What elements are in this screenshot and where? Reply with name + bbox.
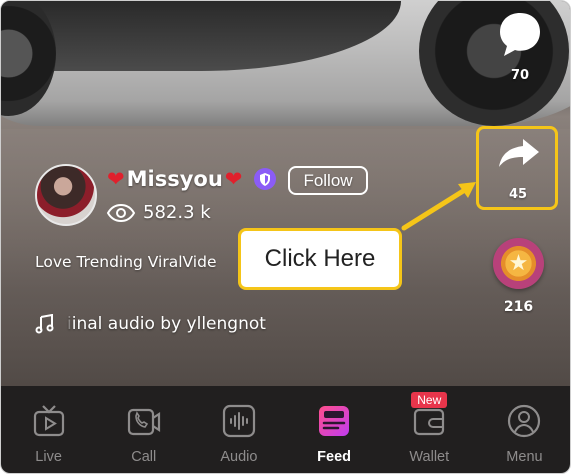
tv-icon — [33, 405, 64, 437]
wallet-icon — [414, 408, 445, 436]
view-count-text: 582.3 k — [143, 202, 211, 223]
follow-button[interactable]: Follow — [288, 166, 368, 195]
nav-item-feed[interactable]: Feed — [287, 386, 382, 473]
user-icon — [508, 404, 541, 438]
post-caption[interactable]: Love Trending ViralVide — [35, 253, 217, 271]
audio-title: inal audio by yllengnot — [71, 314, 266, 334]
comment-count: 70 — [510, 68, 530, 83]
callout-arrow-icon — [401, 182, 476, 231]
nav-label-live: Live — [35, 449, 62, 465]
nav-item-audio[interactable]: Audio — [191, 386, 286, 473]
video-call-icon — [127, 408, 160, 436]
comment-icon[interactable] — [498, 11, 542, 63]
gift-count: 216 — [503, 299, 534, 315]
nav-item-live[interactable]: Live — [1, 386, 96, 473]
share-count: 45 — [508, 187, 528, 202]
creator-avatar[interactable] — [35, 164, 97, 226]
nav-item-menu[interactable]: Menu — [477, 386, 570, 473]
nav-label-wallet: Wallet — [409, 449, 450, 465]
nav-label-call: Call — [131, 449, 157, 465]
heart-icon: ❤ — [224, 167, 243, 191]
app-frame: ❤ Missyou ❤ Follow 582.3 k Love Trending… — [0, 0, 571, 474]
eye-icon — [107, 203, 135, 222]
nav-label-feed: Feed — [317, 449, 352, 465]
audio-wave-icon — [222, 404, 256, 438]
creator-name-text: Missyou — [126, 167, 223, 191]
verified-badge-icon — [254, 168, 276, 190]
nav-label-menu: Menu — [506, 449, 543, 465]
view-count: 582.3 k — [107, 202, 211, 223]
feed-icon — [319, 406, 350, 436]
creator-name[interactable]: ❤ Missyou ❤ — [107, 167, 242, 191]
music-note-icon — [35, 314, 54, 334]
nav-item-wallet[interactable]: New Wallet — [382, 386, 477, 473]
click-here-callout: Click Here — [238, 228, 402, 290]
nav-label-audio: Audio — [220, 449, 258, 465]
bottom-nav: Live Call Audio Feed New Wallet Menu — [1, 386, 570, 473]
nav-item-call[interactable]: Call — [96, 386, 191, 473]
gift-coin-icon[interactable]: ★ — [493, 238, 544, 289]
audio-track[interactable]: iinal audio by yllengnot — [35, 314, 266, 334]
new-badge: New — [411, 392, 448, 408]
heart-icon: ❤ — [107, 167, 125, 191]
share-arrow-icon[interactable] — [497, 137, 541, 169]
